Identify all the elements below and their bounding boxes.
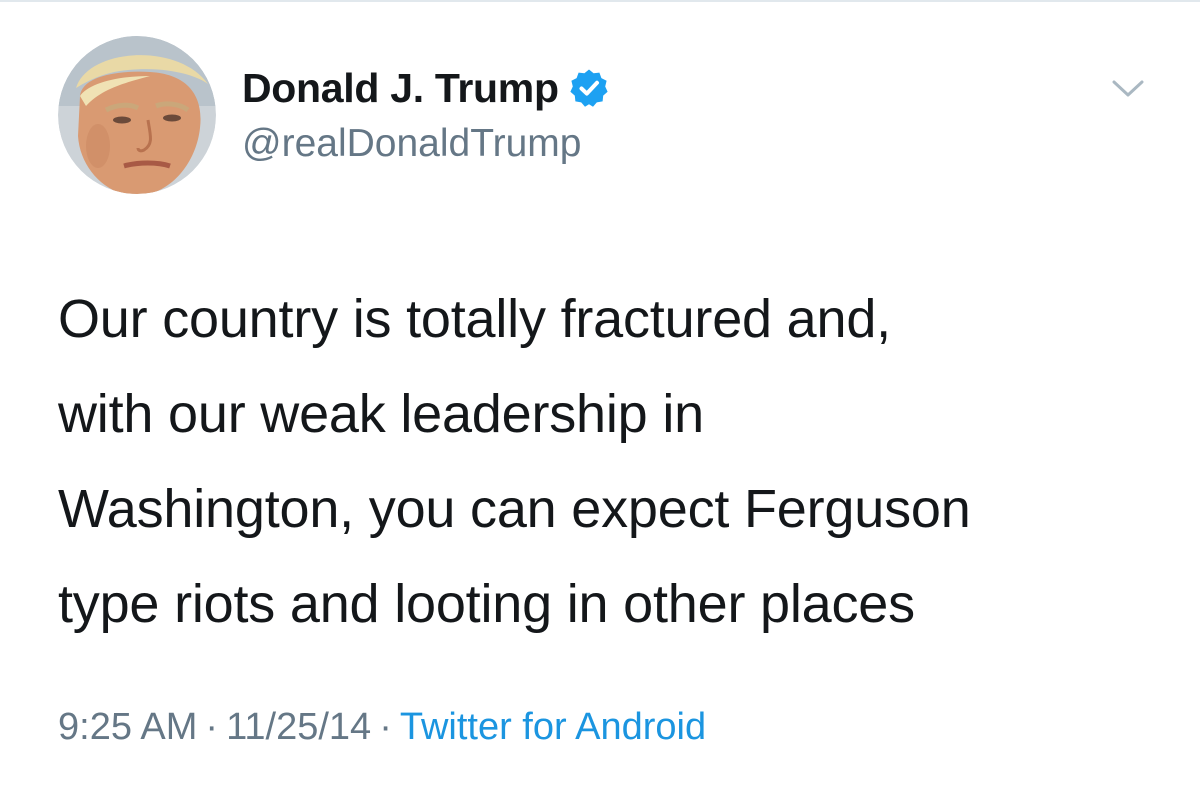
meta-separator: ·	[205, 706, 219, 748]
tweet-text-line: with our weak leadership in	[58, 384, 704, 444]
author-handle[interactable]: @realDonaldTrump	[242, 122, 581, 166]
author-name-row[interactable]: Donald J. Trump	[242, 62, 609, 114]
chevron-down-icon[interactable]	[1110, 74, 1146, 102]
tweet-date[interactable]: 11/25/14	[226, 706, 371, 748]
tweet-text-line: Washington, you can expect Ferguson	[58, 479, 971, 539]
tweet-text-line: type riots and looting in other places	[58, 574, 915, 634]
tweet-time[interactable]: 9:25 AM	[58, 706, 197, 748]
avatar[interactable]	[58, 36, 216, 194]
tweet-source-link[interactable]: Twitter for Android	[400, 706, 706, 748]
avatar-image	[58, 36, 216, 194]
meta-separator: ·	[379, 706, 392, 748]
author-display-name[interactable]: Donald J. Trump	[242, 65, 559, 112]
tweet-card: Donald J. Trump @realDonaldTrump Our cou…	[0, 0, 1200, 794]
tweet-text-line: Our country is totally fractured and,	[58, 289, 891, 349]
tweet-text: Our country is totally fractured and, wi…	[58, 272, 1168, 652]
tweet-metadata: 9:25 AM · 11/25/14 · Twitter for Android	[58, 706, 706, 749]
verified-badge-icon	[569, 68, 609, 108]
